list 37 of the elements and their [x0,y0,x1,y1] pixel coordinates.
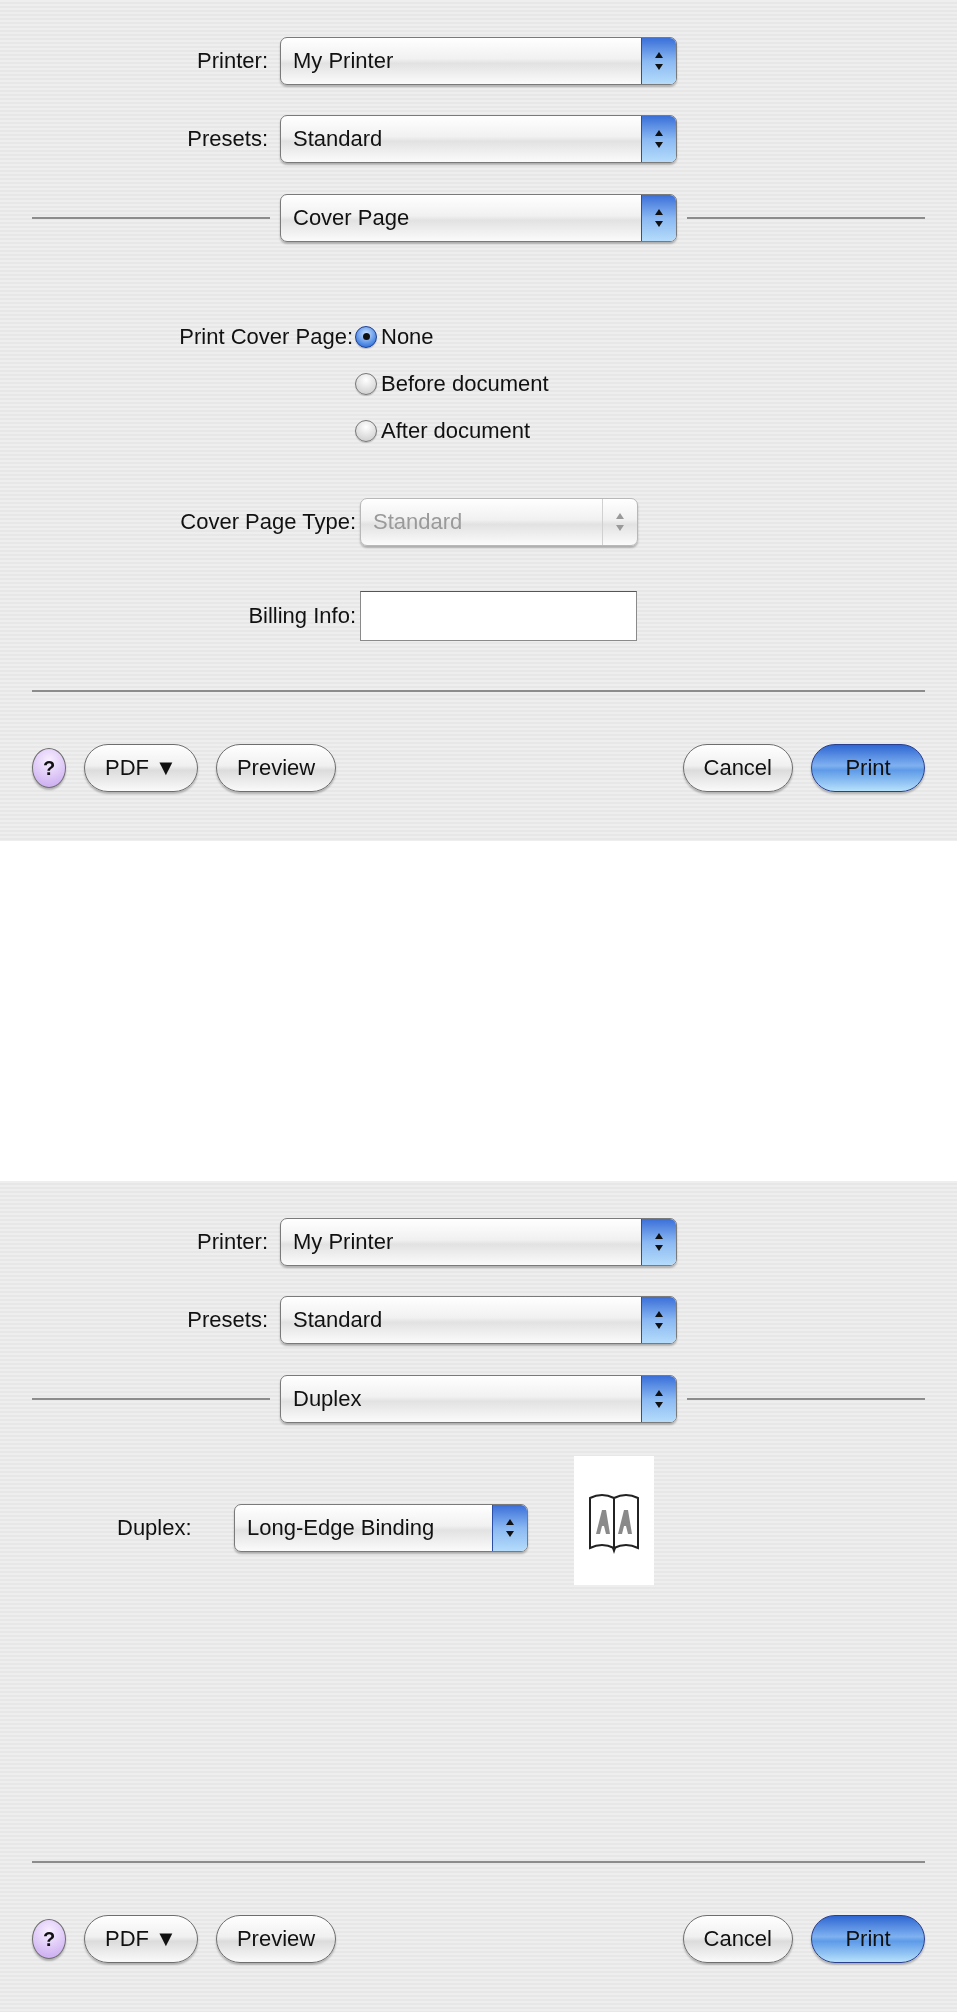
popup-menu[interactable]: Duplex [280,1375,677,1423]
up-down-arrows-icon [654,128,664,150]
popup-menu[interactable]: Long-Edge Binding [234,1504,528,1552]
up-down-arrows-icon [654,1231,664,1253]
radio-option[interactable]: After document [355,407,549,454]
text-field[interactable] [360,591,637,641]
popup-menu[interactable]: My Printer [280,1218,677,1266]
field-label: Printer: [196,48,268,74]
up-down-arrows-icon [654,1388,664,1410]
popup-menu[interactable]: Standard [280,1296,677,1344]
up-down-arrows-icon [654,1309,664,1331]
push-button[interactable]: Cancel [682,1915,793,1963]
popup-menu[interactable]: Standard [280,115,677,163]
push-button[interactable]: Preview [215,1915,337,1963]
field-label: Print Cover Page: [178,323,353,351]
field-label: Billing Info: [247,603,356,629]
push-button[interactable]: Cancel [682,744,793,792]
field-label: Presets: [186,1307,268,1333]
default-button[interactable]: Print [811,1915,925,1963]
up-down-arrows-icon [615,511,625,533]
up-down-arrows-icon [654,207,664,229]
field-label: Printer: [196,1229,268,1255]
up-down-arrows-icon [654,50,664,72]
radio-option[interactable]: Before document [355,360,549,407]
popup-menu[interactable]: My Printer [280,37,677,85]
push-button[interactable]: PDF ▼ [84,744,198,792]
push-button[interactable]: Preview [215,744,337,792]
help-button[interactable]: ? [32,748,66,788]
default-button[interactable]: Print [811,744,925,792]
field-label: Duplex: [116,1515,193,1541]
push-button[interactable]: PDF ▼ [84,1915,198,1963]
up-down-arrows-icon [505,1517,515,1539]
field-label: Cover Page Type: [179,509,356,535]
field-label: Presets: [186,126,268,152]
help-button[interactable]: ? [32,1919,66,1959]
popup-menu[interactable]: Cover Page [280,194,677,242]
radio-option[interactable]: None [355,313,549,360]
